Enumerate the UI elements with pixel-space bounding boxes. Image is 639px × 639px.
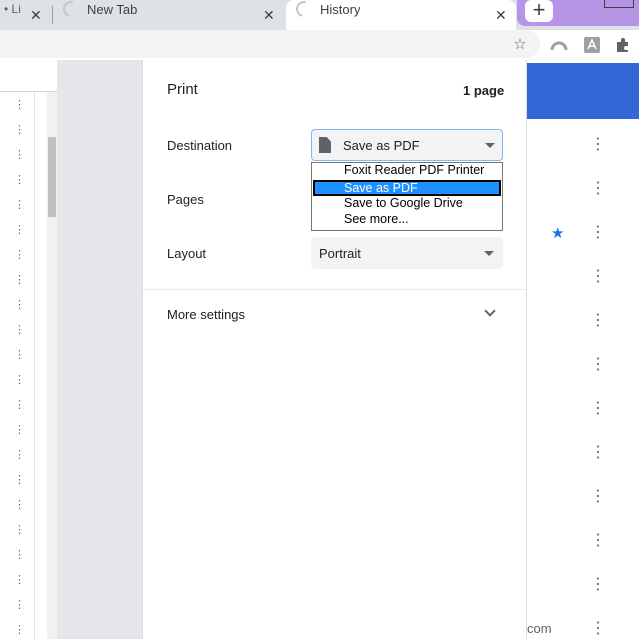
dropdown-option-see-more[interactable]: See more... [313,212,501,228]
history-entry-domain: com [527,621,552,636]
extensions-icon[interactable] [614,36,632,54]
more-actions-icon: ⋮ [14,550,25,561]
more-actions-icon[interactable]: ⋮ [590,137,606,153]
more-actions-icon: ⋮ [14,475,25,486]
section-divider [143,289,526,290]
more-actions-icon: ⋮ [14,275,25,286]
dropdown-option-save-as-pdf[interactable]: Save as PDF [313,180,501,196]
more-actions-icon: ⋮ [14,450,25,461]
history-header-bar [527,63,639,119]
more-settings-toggle[interactable]: More settings [167,307,245,322]
dropdown-option-google-drive[interactable]: Save to Google Drive [313,196,501,212]
more-actions-icon: ⋮ [14,325,25,336]
more-actions-icon: ⋮ [14,250,25,261]
preview-page-header [0,60,57,92]
page-count: 1 page [463,83,505,98]
more-actions-icon: ⋮ [14,600,25,611]
tab-title: New Tab [87,2,138,17]
layout-select[interactable]: Portrait [311,237,503,269]
more-actions-icon: ⋮ [14,525,25,536]
more-actions-icon[interactable]: ⋮ [590,445,606,461]
tab-new-tab[interactable]: New Tab ✕ [54,0,284,30]
more-actions-icon[interactable]: ⋮ [590,313,606,329]
more-actions-icon: ⋮ [14,575,25,586]
more-actions-icon: ⋮ [14,350,25,361]
more-actions-icon: ⋮ [14,125,25,136]
destination-value: Save as PDF [343,138,420,153]
more-actions-icon[interactable]: ⋮ [590,577,606,593]
more-actions-icon: ⋮ [14,100,25,111]
dropdown-option-foxit[interactable]: Foxit Reader PDF Printer [313,163,501,179]
tab-history[interactable]: History ✕ [286,0,516,30]
toolbar: ☆ [0,30,639,60]
more-actions-icon[interactable]: ⋮ [590,225,606,241]
layout-value: Portrait [319,246,361,261]
dropdown-arrow-icon [484,251,494,256]
tab-title: History [320,2,361,17]
dropdown-arrow-icon [485,143,495,148]
close-icon[interactable]: ✕ [495,8,507,22]
destination-dropdown-list: Foxit Reader PDF Printer Save as PDF Sav… [311,162,503,231]
preview-scrollbar-thumb[interactable] [48,137,56,217]
more-actions-icon: ⋮ [14,425,25,436]
close-icon[interactable]: ✕ [30,8,42,22]
more-actions-icon: ⋮ [14,175,25,186]
more-actions-icon: ⋮ [14,500,25,511]
loading-spinner-icon [293,0,315,20]
more-actions-icon: ⋮ [14,375,25,386]
destination-select[interactable]: Save as PDF [311,129,503,161]
loading-spinner-icon [60,0,82,20]
more-actions-icon: ⋮ [14,300,25,311]
more-actions-icon[interactable]: ⋮ [590,357,606,373]
more-actions-icon: ⋮ [14,225,25,236]
tab-separator [52,6,53,24]
close-icon[interactable]: ✕ [263,8,275,22]
bookmarked-star-icon: ★ [551,225,565,242]
more-actions-icon[interactable]: ⋮ [590,533,606,549]
tab-left-partial[interactable]: • Li ✕ [0,0,52,30]
more-actions-icon[interactable]: ⋮ [590,401,606,417]
more-actions-icon: ⋮ [14,150,25,161]
profile-icon[interactable] [550,36,568,54]
more-actions-icon: ⋮ [14,200,25,211]
new-tab-button[interactable]: + [525,0,553,22]
print-title: Print [167,81,198,98]
tab-title: • Li [4,2,21,16]
address-bar[interactable] [0,30,540,58]
tab-strip: • Li ✕ New Tab ✕ History ✕ + [0,0,639,30]
layout-label: Layout [167,246,207,261]
more-actions-icon[interactable]: ⋮ [590,621,606,637]
more-actions-icon: ⋮ [14,625,25,636]
more-actions-icon[interactable]: ⋮ [590,489,606,505]
history-page-background [527,60,639,639]
acrobat-icon[interactable] [583,36,601,54]
more-actions-icon: ⋮ [14,400,25,411]
window-minimize-icon[interactable] [604,0,634,8]
more-actions-icon[interactable]: ⋮ [590,269,606,285]
more-actions-icon[interactable]: ⋮ [590,181,606,197]
document-icon [319,137,331,153]
bookmark-star-icon[interactable]: ☆ [511,36,529,54]
pages-label: Pages [167,192,204,207]
destination-label: Destination [167,138,233,153]
preview-divider [34,92,35,639]
